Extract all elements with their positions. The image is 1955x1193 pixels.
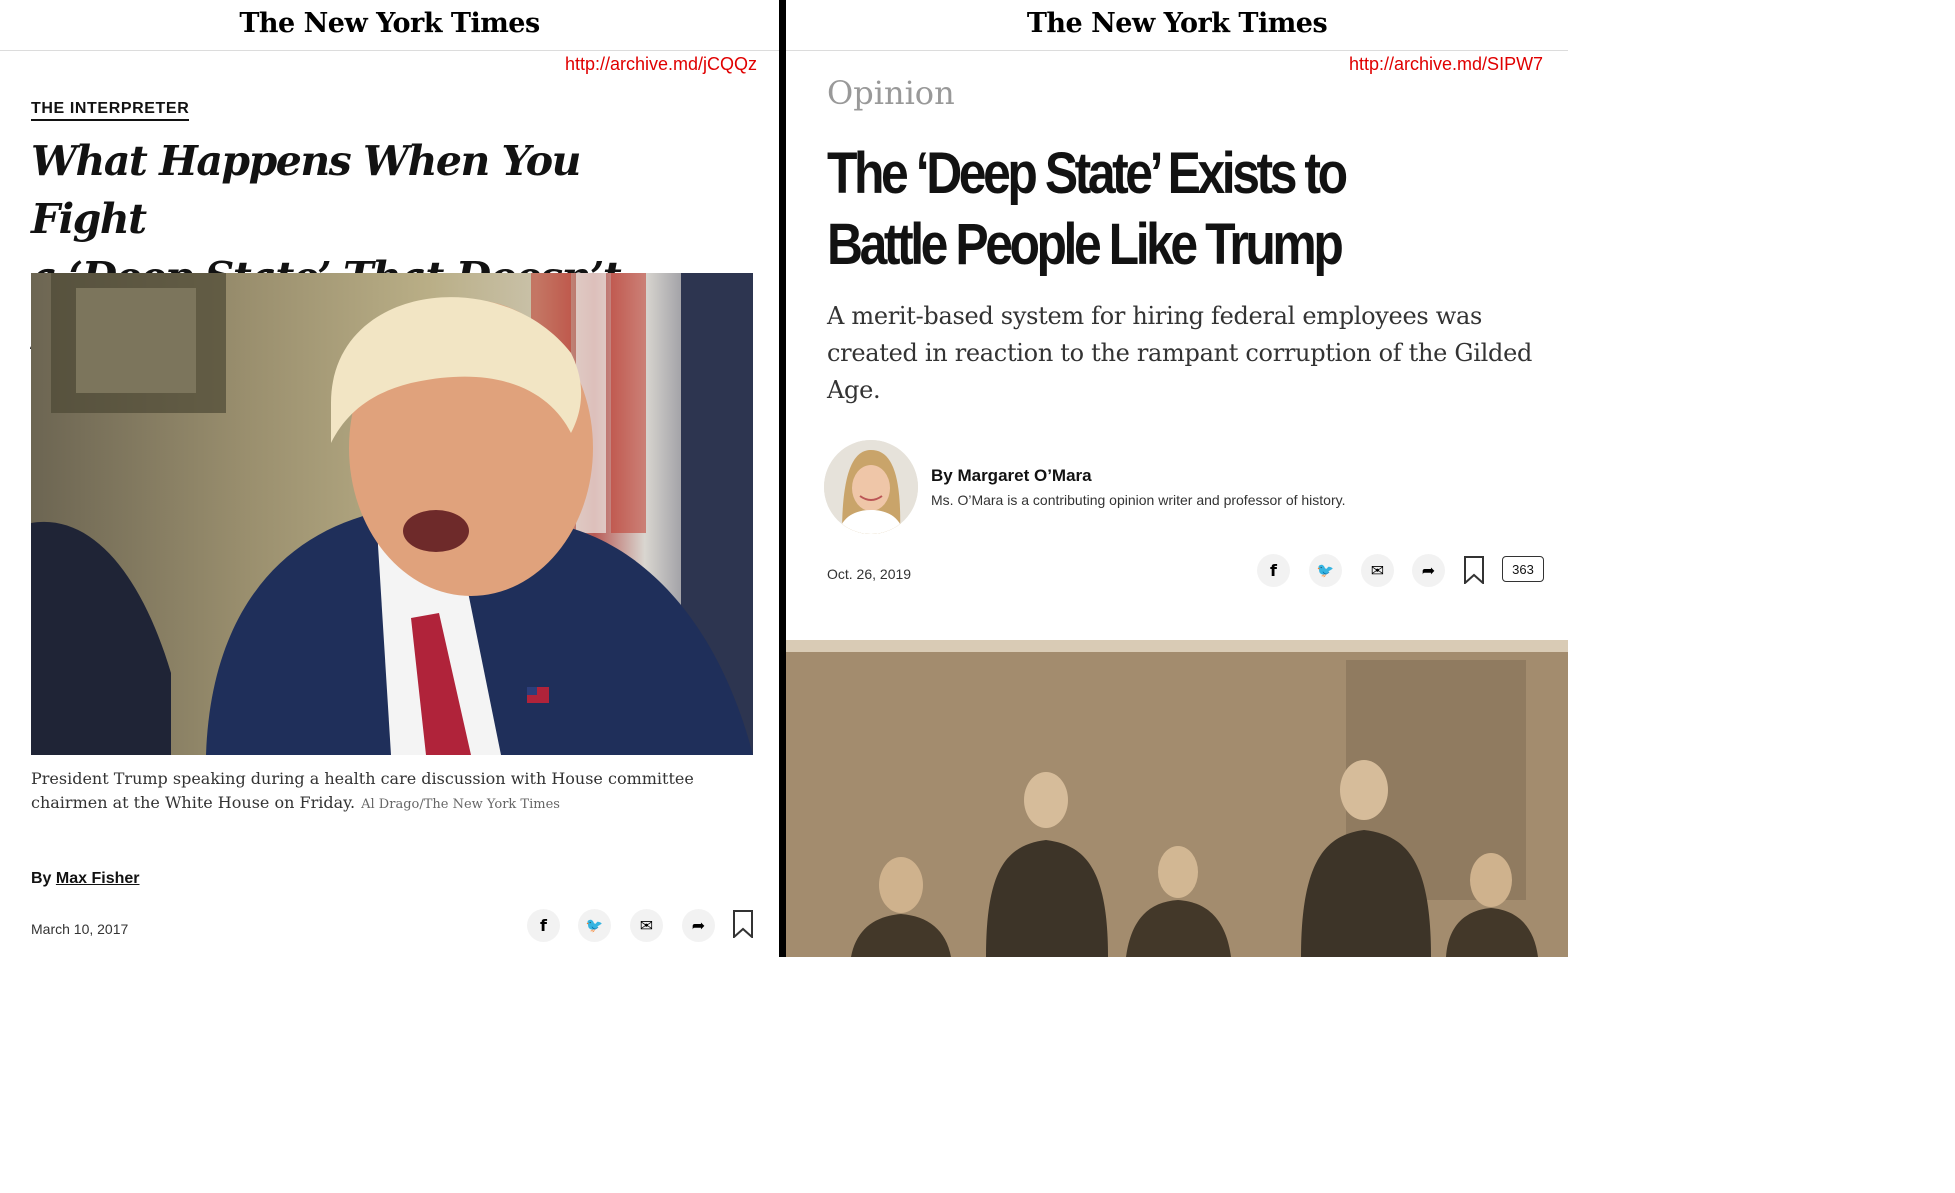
author-bio: Ms. O’Mara is a contributing opinion wri… — [931, 492, 1346, 508]
email-icon[interactable]: ✉ — [630, 909, 663, 942]
right-article-panel: The New York Times http://archive.md/SIP… — [786, 0, 1568, 957]
nyt-logo[interactable]: The New York Times — [1027, 8, 1328, 39]
section-label[interactable]: Opinion — [827, 74, 955, 112]
lead-photo-illustration — [786, 640, 1568, 957]
comments-button[interactable]: 363 — [1502, 556, 1544, 582]
left-article-panel: The New York Times http://archive.md/jCQ… — [0, 0, 779, 957]
twitter-icon[interactable]: 🐦 — [1309, 554, 1342, 587]
byline: By Max Fisher — [31, 870, 140, 888]
author-avatar[interactable] — [824, 440, 918, 534]
masthead: The New York Times — [786, 0, 1568, 51]
twitter-icon[interactable]: 🐦 — [578, 909, 611, 942]
email-icon[interactable]: ✉ — [1361, 554, 1394, 587]
headline-line-1: What Happens When You Fight — [31, 137, 581, 243]
bookmark-icon[interactable] — [733, 910, 753, 938]
masthead: The New York Times — [0, 0, 779, 51]
archive-link[interactable]: http://archive.md/jCQQz — [565, 54, 757, 75]
archive-link[interactable]: http://archive.md/SIPW7 — [1349, 54, 1543, 75]
byline[interactable]: By Margaret O’Mara — [931, 466, 1092, 486]
headline-line-2: Battle People Like Trump — [827, 212, 1344, 277]
headline-line-1: The ‘Deep State’ Exists to — [827, 141, 1348, 206]
facebook-icon[interactable]: f — [527, 909, 560, 942]
lead-photo — [786, 640, 1568, 957]
byline-prefix: By — [31, 870, 52, 887]
lead-photo — [31, 273, 753, 755]
facebook-icon[interactable]: f — [1257, 554, 1290, 587]
panel-divider — [779, 0, 786, 957]
article-summary: A merit-based system for hiring federal … — [827, 302, 1533, 404]
photo-caption: President Trump speaking during a health… — [31, 767, 731, 817]
publish-date: March 10, 2017 — [31, 921, 129, 937]
share-icon[interactable]: ➦ — [682, 909, 715, 942]
lead-photo-illustration — [31, 273, 753, 755]
publish-date: Oct. 26, 2019 — [827, 566, 912, 582]
author-portrait — [824, 440, 918, 534]
kicker-label[interactable]: THE INTERPRETER — [31, 100, 190, 121]
nyt-logo[interactable]: The New York Times — [239, 8, 540, 39]
photo-credit: Al Drago/The New York Times — [361, 797, 560, 812]
author-link[interactable]: Max Fisher — [56, 870, 140, 887]
share-icon[interactable]: ➦ — [1412, 554, 1445, 587]
bookmark-icon[interactable] — [1464, 556, 1484, 584]
headline: The ‘Deep State’ Exists to Battle People… — [827, 138, 1429, 280]
